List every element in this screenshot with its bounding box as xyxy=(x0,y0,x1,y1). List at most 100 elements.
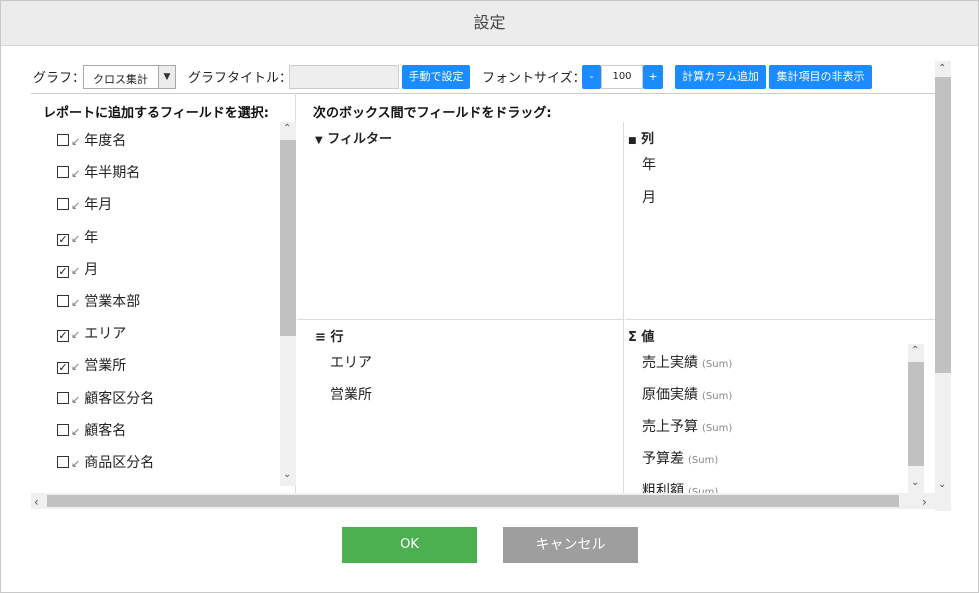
graph-type-value: クロス集計 xyxy=(93,73,148,86)
field-label: 年 xyxy=(84,229,99,246)
field-label: 営業所 xyxy=(84,358,127,375)
value-item[interactable]: 原価実績 (Sum) xyxy=(642,384,732,404)
rows-icon: ≡ xyxy=(315,330,326,345)
outer-vertical-scroll-thumb[interactable] xyxy=(935,77,951,373)
font-size-input[interactable]: 100 xyxy=(601,65,643,89)
drag-arrow-icon: ↙ xyxy=(71,135,81,148)
scroll-down-icon[interactable]: ⌄ xyxy=(911,478,919,488)
field-list-heading: レポートに追加するフィールドを選択: xyxy=(43,106,269,121)
field-label: 顧客区分名 xyxy=(84,390,155,407)
checkbox-unchecked[interactable] xyxy=(57,423,69,436)
checkbox-checked[interactable]: ✓ xyxy=(57,233,69,246)
add-calc-column-button[interactable]: 計算カラム追加 xyxy=(675,65,766,89)
checkbox-checked[interactable]: ✓ xyxy=(57,265,69,278)
value-label: 原価実績 xyxy=(642,387,698,403)
field-label: 年半期名 xyxy=(84,165,141,182)
field-list-item[interactable]: ✓ ↙ 月 xyxy=(57,259,98,281)
scroll-right-icon[interactable]: › xyxy=(922,496,927,508)
field-list-item[interactable]: ↙ 年半期名 xyxy=(57,162,140,184)
row-item[interactable]: エリア xyxy=(330,352,372,372)
font-size-label: フォントサイズ： xyxy=(482,71,586,86)
drag-arrow-icon: ↙ xyxy=(71,360,81,374)
row-item[interactable]: 営業所 xyxy=(330,384,372,404)
field-label: 年月 xyxy=(84,197,113,214)
column-item[interactable]: 月 xyxy=(642,187,656,207)
value-item[interactable]: 粗利額 (Sum) xyxy=(642,480,718,494)
field-list-item[interactable]: ↙ 顧客区分名 xyxy=(57,388,154,410)
drag-arrow-icon: ↙ xyxy=(71,457,81,470)
value-label: 予算差 xyxy=(642,451,684,467)
field-list-item[interactable]: ✓ ↙ エリア xyxy=(57,323,126,345)
sigma-icon: Σ xyxy=(628,330,637,345)
columns-icon: ■ xyxy=(628,136,637,146)
rows-title-label: 行 xyxy=(330,330,344,345)
scroll-up-icon[interactable]: ⌃ xyxy=(283,124,291,134)
drag-arrow-icon: ↙ xyxy=(71,199,81,213)
field-label: 商品区分名 xyxy=(84,455,155,471)
drag-arrow-icon: ↙ xyxy=(71,328,81,342)
graph-type-select[interactable]: クロス集計 ▼ xyxy=(83,65,176,89)
field-list-pane: レポートに追加するフィールドを選択: ↙ 年度名 ↙ 年半期名 ↙ 年月 ✓ ↙ 年 ✓ ↙ 月 ↙ 営業… xyxy=(31,94,296,494)
value-label: 売上実績 xyxy=(642,355,698,371)
horizontal-scroll-thumb[interactable] xyxy=(47,495,899,507)
checkbox-unchecked[interactable] xyxy=(57,456,69,468)
field-list-item[interactable]: ↙ 年月 xyxy=(57,194,112,216)
field-list-scroll-thumb[interactable] xyxy=(280,140,296,336)
pivot-config-area: レポートに追加するフィールドを選択: ↙ 年度名 ↙ 年半期名 ↙ 年月 ✓ ↙ 年 ✓ ↙ 月 ↙ 営業… xyxy=(31,93,935,494)
drag-arrow-icon: ↙ xyxy=(71,424,81,438)
checkbox-unchecked[interactable] xyxy=(57,391,69,404)
font-size-decrease-button[interactable]: - xyxy=(582,65,601,89)
cancel-button[interactable]: キャンセル xyxy=(503,527,638,563)
field-list-item[interactable]: ↙ 商品区分名 xyxy=(57,452,154,474)
ok-button[interactable]: OK xyxy=(342,527,477,563)
checkbox-unchecked[interactable] xyxy=(57,134,69,146)
filter-zone[interactable]: ▼ フィルター xyxy=(297,122,624,320)
scroll-down-icon[interactable]: ⌄ xyxy=(283,470,291,480)
field-label: 顧客名 xyxy=(84,422,127,439)
drag-arrow-icon: ↙ xyxy=(71,296,81,309)
drag-arrow-icon: ↙ xyxy=(71,263,81,277)
scroll-left-icon[interactable]: ‹ xyxy=(34,496,39,508)
checkbox-unchecked[interactable] xyxy=(57,198,69,211)
field-label: エリア xyxy=(84,326,127,343)
checkbox-checked[interactable]: ✓ xyxy=(57,362,69,375)
values-zone[interactable]: Σ 値 売上実績 (Sum) 原価実績 (Sum) 売上予算 (Sum) 予算差 (Sum) 粗… xyxy=(625,320,935,494)
checkbox-unchecked[interactable] xyxy=(57,295,69,307)
checkbox-unchecked[interactable] xyxy=(57,166,69,179)
field-list-item[interactable]: ↙ 年度名 xyxy=(57,130,126,152)
graph-title-input[interactable] xyxy=(289,65,399,89)
columns-zone[interactable]: ■ 列 年 月 xyxy=(625,122,935,320)
checkbox-checked[interactable]: ✓ xyxy=(57,330,69,343)
drag-arrow-icon: ↙ xyxy=(71,167,81,181)
columns-zone-title: ■ 列 xyxy=(628,128,654,147)
value-label: 売上予算 xyxy=(642,419,698,435)
hide-agg-items-button[interactable]: 集計項目の非表示 xyxy=(769,65,872,89)
field-list-item[interactable]: ✓ ↙ 営業所 xyxy=(57,355,126,377)
graph-title-label: グラフタイトル： xyxy=(188,71,293,86)
values-title-label: 値 xyxy=(641,330,655,345)
font-size-increase-button[interactable]: + xyxy=(643,65,663,89)
field-list-item[interactable]: ✓ ↙ 年 xyxy=(57,227,98,249)
value-aggregation: (Sum) xyxy=(702,391,733,402)
settings-dialog: 設定 グラフ： クロス集計 ▼ グラフタイトル： 手動で設定 フォントサイズ： … xyxy=(0,0,979,593)
filter-title-label: フィルター xyxy=(327,132,392,147)
graph-label: グラフ： xyxy=(33,71,86,86)
value-item[interactable]: 売上予算 (Sum) xyxy=(642,416,732,436)
scroll-down-icon[interactable]: ⌄ xyxy=(938,480,946,490)
column-item[interactable]: 年 xyxy=(642,154,656,174)
rows-zone[interactable]: ≡ 行 エリア 営業所 xyxy=(297,320,624,494)
value-aggregation: (Sum) xyxy=(702,423,733,434)
value-aggregation: (Sum) xyxy=(702,359,733,370)
value-aggregation: (Sum) xyxy=(688,455,719,466)
manual-setting-button[interactable]: 手動で設定 xyxy=(402,65,470,89)
values-scroll-thumb[interactable] xyxy=(908,362,924,466)
field-list-item[interactable]: ↙ 営業本部 xyxy=(57,291,140,313)
value-item[interactable]: 予算差 (Sum) xyxy=(642,448,718,468)
field-list-item[interactable]: ↙ 顧客名 xyxy=(57,420,126,442)
drag-area-heading: 次のボックス間でフィールドをドラッグ: xyxy=(313,106,552,121)
rows-zone-title: ≡ 行 xyxy=(315,326,343,345)
value-item[interactable]: 売上実績 (Sum) xyxy=(642,352,732,372)
scroll-up-icon[interactable]: ⌃ xyxy=(938,64,946,74)
scroll-up-icon[interactable]: ⌃ xyxy=(911,346,919,356)
drag-arrow-icon: ↙ xyxy=(71,392,81,406)
